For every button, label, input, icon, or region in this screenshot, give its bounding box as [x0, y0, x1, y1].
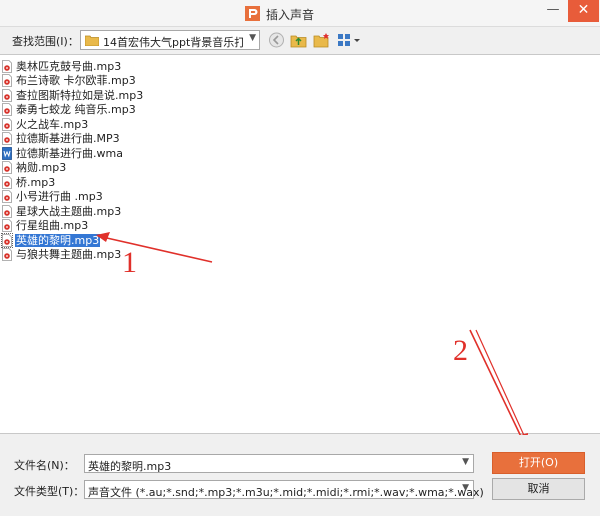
filetype-value: 声音文件 (*.au;*.snd;*.mp3;*.m3u;*.mid;*.mid…	[88, 486, 484, 499]
filetype-label: 文件类型(T)：	[14, 485, 85, 498]
cancel-button[interactable]: 取消	[492, 478, 585, 500]
filename-label: 文件名(N)：	[14, 459, 75, 472]
annotation-arrow-1	[97, 235, 213, 263]
filename-input[interactable]: 英雄的黎明.mp3 ▼	[84, 454, 474, 473]
annotation-arrow-2b	[475, 329, 528, 443]
annotation-step-1: 1	[122, 246, 137, 279]
file-form: 文件名(N)： 英雄的黎明.mp3 ▼ 文件类型(T)： 声音文件 (*.au;…	[0, 435, 600, 516]
filename-value: 英雄的黎明.mp3	[88, 460, 172, 473]
annotation-step-2: 2	[453, 334, 468, 367]
open-button[interactable]: 打开(O)	[492, 452, 585, 474]
chevron-down-icon[interactable]: ▼	[462, 457, 469, 467]
annotation-arrowhead-1	[96, 232, 110, 242]
annotation-arrow-2	[469, 329, 526, 446]
filetype-select[interactable]: 声音文件 (*.au;*.snd;*.mp3;*.m3u;*.mid;*.mid…	[84, 480, 484, 499]
chevron-down-icon[interactable]: ▼	[462, 483, 469, 493]
